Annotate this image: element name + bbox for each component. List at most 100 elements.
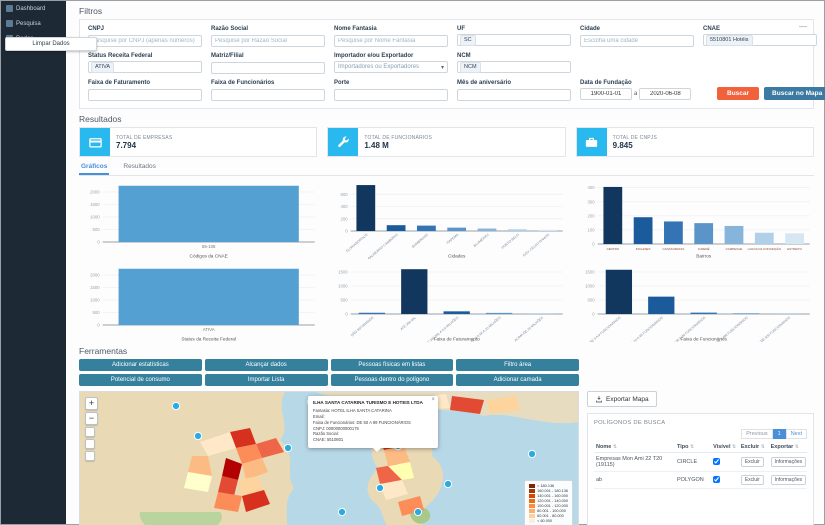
- layer-info-button[interactable]: Informações: [770, 457, 807, 467]
- map-marker[interactable]: [283, 443, 293, 453]
- svg-text:1500: 1500: [338, 270, 348, 275]
- column-header-3[interactable]: Excluir ⇅: [738, 442, 769, 453]
- svg-text:1000: 1000: [90, 298, 100, 303]
- tool-button[interactable]: Alcançar dados: [204, 359, 328, 371]
- map-zoom-in-button[interactable]: +: [85, 397, 98, 410]
- sort-icon[interactable]: ⇅: [761, 444, 765, 450]
- data-fundacao-from-input[interactable]: [580, 88, 632, 100]
- cnae-input[interactable]: 5510801 Hotéis: [703, 34, 817, 46]
- sort-icon[interactable]: ⇅: [795, 444, 799, 450]
- razao-social-input[interactable]: [211, 35, 325, 47]
- svg-text:ATÉ 360 MIL: ATÉ 360 MIL: [399, 315, 417, 331]
- data-fundacao-to-input[interactable]: [639, 88, 692, 100]
- status-rf-chip[interactable]: ATIVA: [91, 61, 115, 73]
- map-marker[interactable]: [413, 507, 423, 517]
- popup-close-icon[interactable]: ×: [431, 397, 435, 403]
- uf-chip[interactable]: SC: [460, 34, 476, 46]
- field-data-fundacao: Data de Fundação a: [580, 80, 708, 101]
- uf-label: UF: [457, 26, 465, 32]
- nome-fantasia-input[interactable]: [334, 35, 448, 47]
- map-marker[interactable]: [193, 431, 203, 441]
- delete-layer-button[interactable]: Excluir: [740, 475, 764, 485]
- status-rf-input[interactable]: ATIVA: [88, 61, 202, 73]
- legend-label: > 180.136: [537, 484, 555, 488]
- svg-text:400: 400: [340, 204, 348, 209]
- sort-icon[interactable]: ⇅: [732, 444, 736, 450]
- column-header-1[interactable]: Tipo ⇅: [674, 442, 712, 453]
- pagination-previous[interactable]: Previous: [741, 429, 773, 439]
- map-marker[interactable]: [375, 483, 385, 493]
- svg-text:500: 500: [92, 227, 100, 232]
- tool-button[interactable]: Pessoas dentro do polígono: [330, 374, 454, 386]
- sidebar-item-pesquisa[interactable]: Pesquisa: [1, 16, 66, 31]
- search-layers-table: Nome ⇅ Tipo ⇅ Visível ⇅ Excluir ⇅ Exportar ⇅…: [594, 442, 807, 489]
- sidebar: DashboardPesquisaDados Limpar Dados: [1, 1, 97, 524]
- faixa-faturamento-input[interactable]: [88, 89, 202, 101]
- delete-layer-button[interactable]: Excluir: [740, 457, 764, 467]
- sort-icon[interactable]: ⇅: [613, 444, 617, 450]
- svg-text:400: 400: [588, 185, 596, 190]
- sort-icon[interactable]: ⇅: [690, 444, 694, 450]
- stat-card-1: TOTAL DE FUNCIONÁRIOS 1.48 M: [327, 127, 566, 157]
- export-map-button[interactable]: Exportar Mapa: [587, 391, 657, 407]
- cnpj-input[interactable]: [88, 35, 202, 47]
- map-fullscreen-button[interactable]: [85, 427, 95, 437]
- uf-input[interactable]: SC: [457, 34, 571, 46]
- tool-button[interactable]: Pessoas físicas em listas: [330, 359, 454, 371]
- chart-status-receita: 0 500 1000 1500 2000 ATIVA Status da Receita F…: [79, 261, 319, 342]
- ncm-chip[interactable]: NCM: [460, 61, 481, 73]
- tab-resultados[interactable]: Resultados: [121, 161, 158, 175]
- map-zoom-out-button[interactable]: −: [85, 412, 98, 425]
- cidade-input[interactable]: [580, 35, 694, 47]
- porte-input[interactable]: [334, 89, 448, 101]
- pagination-next[interactable]: Next: [785, 429, 807, 439]
- main-content: Filtros — CNPJ Razão Social Nome Fantasi…: [66, 1, 825, 525]
- razao-social-label: Razão Social: [211, 26, 249, 32]
- map-layers-button[interactable]: [85, 439, 95, 449]
- tool-button[interactable]: Potencial de consumo: [79, 374, 202, 386]
- column-header-2[interactable]: Visível ⇅: [711, 442, 739, 453]
- layer-info-button[interactable]: Informações: [770, 475, 807, 485]
- field-ncm: NCM NCM: [457, 53, 571, 74]
- search-button[interactable]: Buscar: [717, 87, 760, 100]
- tool-button[interactable]: Adicionar estatísticas: [79, 359, 202, 371]
- svg-text:55-108: 55-108: [202, 244, 216, 249]
- map-marker[interactable]: [171, 401, 181, 411]
- tool-button[interactable]: Filtro área: [456, 359, 579, 371]
- svg-text:500: 500: [92, 310, 100, 315]
- tool-button[interactable]: Importar Lista: [204, 374, 328, 386]
- tool-button[interactable]: Adicionar camada: [456, 374, 579, 386]
- collapse-filters-button[interactable]: —: [799, 22, 807, 31]
- briefcase-icon: [586, 137, 598, 147]
- map-marker[interactable]: [527, 449, 537, 459]
- filters-row-1: CNPJ Razão Social Nome Fantasia UF SC Ci…: [88, 26, 817, 47]
- faixa-funcionarios-input[interactable]: [211, 89, 325, 101]
- visible-checkbox[interactable]: [713, 475, 721, 483]
- field-nome-fantasia: Nome Fantasia: [334, 26, 448, 47]
- mes-aniversario-input[interactable]: [457, 89, 571, 101]
- field-status-rf: Status Receita Federal ATIVA: [88, 53, 202, 74]
- svg-text:200: 200: [588, 213, 596, 218]
- column-header-0[interactable]: Nome ⇅: [594, 442, 675, 453]
- visible-checkbox[interactable]: [713, 457, 721, 465]
- legend-entry: 120.001 - 140.000: [529, 499, 568, 503]
- stat-card-value: 1.48 M: [364, 140, 389, 150]
- legend-entry: < 60.000: [529, 519, 568, 523]
- map-marker[interactable]: [443, 479, 453, 489]
- clear-data-button[interactable]: Limpar Dados: [5, 37, 97, 51]
- cnae-chip[interactable]: 5510801 Hotéis: [706, 34, 753, 46]
- matriz-filial-input[interactable]: [211, 62, 325, 74]
- importador-select[interactable]: Importadores ou Exportadores ▾: [334, 61, 448, 73]
- map-popup: × ILHA SANTA CATARINA TURISMO E HOTEIS L…: [308, 396, 438, 453]
- field-cnpj: CNPJ: [88, 26, 202, 47]
- map-marker[interactable]: [337, 507, 347, 517]
- map-draw-button[interactable]: [85, 451, 95, 461]
- column-header-4[interactable]: Exportar ⇅: [768, 442, 807, 453]
- pagination-page-1[interactable]: 1: [772, 429, 786, 439]
- tab-graficos[interactable]: Gráficos: [79, 161, 110, 175]
- map[interactable]: + − × ILHA SANTA CATARINA TURISMO E HOTE…: [79, 391, 579, 525]
- search-on-map-button[interactable]: Buscar no Mapa: [764, 87, 825, 100]
- search-layers-panel: POLÍGONOS DE BUSCA Previous 1 Next Nome …: [587, 413, 814, 525]
- sidebar-item-dashboard[interactable]: Dashboard: [1, 1, 66, 16]
- ncm-input[interactable]: NCM: [457, 61, 571, 73]
